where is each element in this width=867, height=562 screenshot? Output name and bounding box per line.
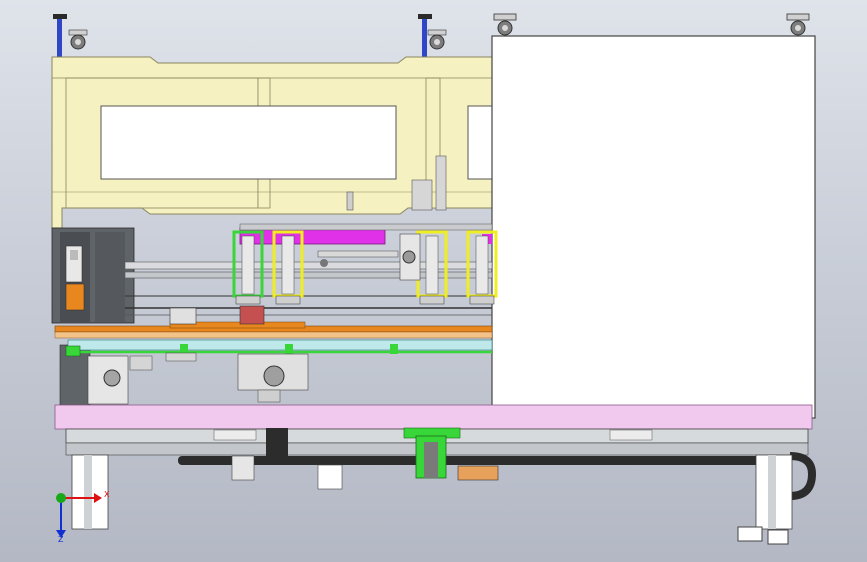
- upper-panel-left: [100, 105, 397, 180]
- caster-wheel: [68, 29, 88, 50]
- cad-viewport[interactable]: X Z: [0, 0, 867, 562]
- x-axis-label: X: [104, 490, 110, 499]
- caster-wheel: [427, 29, 447, 50]
- upper-frame: [51, 56, 501, 229]
- lower-drives: [87, 352, 309, 405]
- conveyor: [65, 339, 493, 357]
- machine-assembly-drawing: X Z: [51, 13, 817, 545]
- cover-panel: [491, 35, 816, 419]
- pink-base-plate: [54, 404, 813, 430]
- panel-top-casters: [493, 13, 810, 36]
- z-axis-label: Z: [58, 535, 64, 544]
- triad-origin: [56, 493, 66, 503]
- top-leveling-posts: [53, 14, 432, 57]
